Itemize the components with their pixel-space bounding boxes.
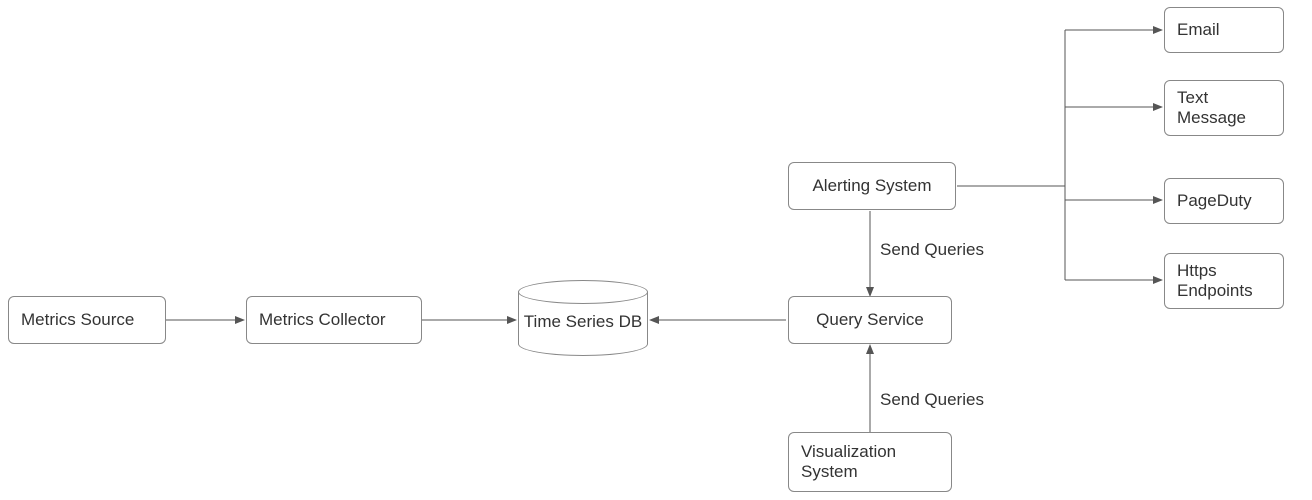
node-https-endpoints: Https Endpoints: [1164, 253, 1284, 309]
node-metrics-collector: Metrics Collector: [246, 296, 422, 344]
connectors-layer: [0, 0, 1312, 500]
node-label: Text Message: [1177, 88, 1246, 128]
node-visualization-system: Visualization System: [788, 432, 952, 492]
edge-label-send-queries-bottom: Send Queries: [880, 390, 984, 410]
node-label: Https Endpoints: [1177, 261, 1253, 301]
node-label: Query Service: [816, 310, 924, 330]
node-label: Metrics Collector: [259, 310, 386, 330]
node-alerting-system: Alerting System: [788, 162, 956, 210]
node-label: Visualization System: [801, 442, 896, 482]
node-text-message: Text Message: [1164, 80, 1284, 136]
node-label: Alerting System: [812, 176, 931, 196]
node-pageduty: PageDuty: [1164, 178, 1284, 224]
node-query-service: Query Service: [788, 296, 952, 344]
edge-label-send-queries-top: Send Queries: [880, 240, 984, 260]
node-label: Metrics Source: [21, 310, 134, 330]
node-label: Time Series DB: [518, 312, 648, 332]
node-label: PageDuty: [1177, 191, 1252, 211]
node-email: Email: [1164, 7, 1284, 53]
node-metrics-source: Metrics Source: [8, 296, 166, 344]
node-label: Email: [1177, 20, 1220, 40]
node-time-series-db: Time Series DB: [518, 280, 648, 356]
